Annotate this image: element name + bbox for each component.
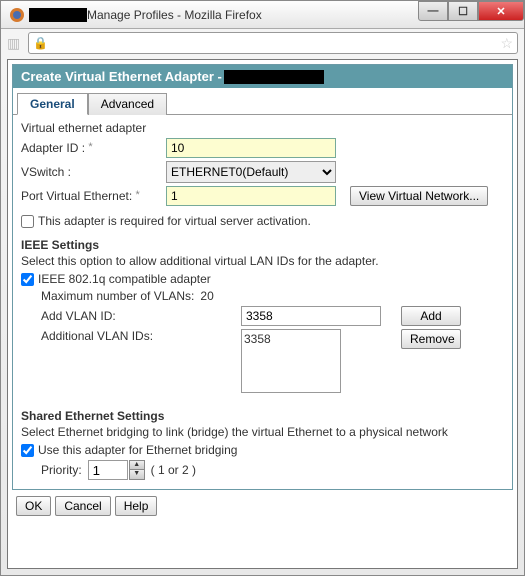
additional-vlan-label: Additional VLAN IDs:: [41, 329, 241, 343]
use-bridge-checkbox[interactable]: [21, 444, 34, 457]
max-vlans-value: 20: [200, 289, 213, 303]
additional-vlan-listbox[interactable]: 3358: [241, 329, 341, 393]
url-field[interactable]: 🔒 ☆: [28, 32, 518, 54]
help-button[interactable]: Help: [115, 496, 158, 516]
add-vlan-button[interactable]: Add: [401, 306, 461, 326]
spinner-up-icon[interactable]: ▲: [130, 461, 144, 470]
url-toolbar: ▥ 🔒 ☆: [1, 29, 524, 57]
ok-button[interactable]: OK: [16, 496, 51, 516]
tab-bar: General Advanced: [13, 88, 512, 115]
firefox-icon: [9, 7, 25, 23]
ieee-settings-desc: Select this option to allow additional v…: [21, 254, 504, 268]
ieee-compat-checkbox[interactable]: [21, 273, 34, 286]
window-title: Manage Profiles - Mozilla Firefox: [87, 8, 262, 22]
remove-vlan-button[interactable]: Remove: [401, 329, 461, 349]
minimize-button[interactable]: —: [418, 1, 448, 21]
browser-window: Manage Profiles - Mozilla Firefox — ☐ ✕ …: [0, 0, 525, 576]
ieee-compat-label: IEEE 802.1q compatible adapter: [38, 272, 211, 286]
panel-header: Create Virtual Ethernet Adapter -: [13, 65, 512, 88]
vswitch-label: VSwitch :: [21, 165, 166, 179]
spinner-down-icon[interactable]: ▼: [130, 470, 144, 479]
panel-title: Create Virtual Ethernet Adapter -: [21, 69, 222, 84]
form-body: Virtual ethernet adapter Adapter ID : * …: [13, 115, 512, 489]
vswitch-select[interactable]: ETHERNET0(Default): [166, 161, 336, 183]
shared-ethernet-title: Shared Ethernet Settings: [21, 409, 504, 423]
bookmark-star-icon[interactable]: ☆: [500, 35, 513, 52]
required-label: This adapter is required for virtual ser…: [38, 214, 311, 228]
page-content: Create Virtual Ethernet Adapter - Genera…: [7, 59, 518, 569]
tab-advanced[interactable]: Advanced: [88, 93, 167, 115]
main-panel: Create Virtual Ethernet Adapter - Genera…: [12, 64, 513, 490]
add-vlan-label: Add VLAN ID:: [41, 309, 241, 323]
close-button[interactable]: ✕: [478, 1, 524, 21]
adapter-id-input[interactable]: [166, 138, 336, 158]
cancel-button[interactable]: Cancel: [55, 496, 110, 516]
adapter-section-label: Virtual ethernet adapter: [21, 121, 504, 135]
view-virtual-network-button[interactable]: View Virtual Network...: [350, 186, 488, 206]
lock-icon: 🔒: [33, 36, 47, 50]
port-virtual-ethernet-input[interactable]: [166, 186, 336, 206]
add-vlan-input[interactable]: [241, 306, 381, 326]
maximize-button[interactable]: ☐: [448, 1, 478, 21]
use-bridge-label: Use this adapter for Ethernet bridging: [38, 443, 237, 457]
priority-spinner[interactable]: ▲ ▼: [129, 460, 145, 480]
redacted-block: [29, 8, 87, 22]
priority-hint: ( 1 or 2 ): [151, 463, 196, 477]
ieee-settings-title: IEEE Settings: [21, 238, 504, 252]
max-vlans-label: Maximum number of VLANs:: [41, 289, 194, 303]
tab-general[interactable]: General: [17, 93, 88, 115]
priority-label: Priority:: [41, 463, 82, 477]
sidebar-toggle-icon[interactable]: ▥: [7, 35, 20, 52]
titlebar: Manage Profiles - Mozilla Firefox — ☐ ✕: [1, 1, 524, 29]
dialog-buttons: OK Cancel Help: [12, 490, 513, 518]
required-checkbox[interactable]: [21, 215, 34, 228]
priority-input[interactable]: [88, 460, 128, 480]
adapter-id-label: Adapter ID : *: [21, 141, 166, 155]
port-virtual-ethernet-label: Port Virtual Ethernet: *: [21, 189, 166, 203]
redacted-block: [224, 70, 324, 84]
window-controls: — ☐ ✕: [418, 1, 524, 21]
shared-ethernet-desc: Select Ethernet bridging to link (bridge…: [21, 425, 504, 439]
list-item[interactable]: 3358: [244, 332, 338, 346]
